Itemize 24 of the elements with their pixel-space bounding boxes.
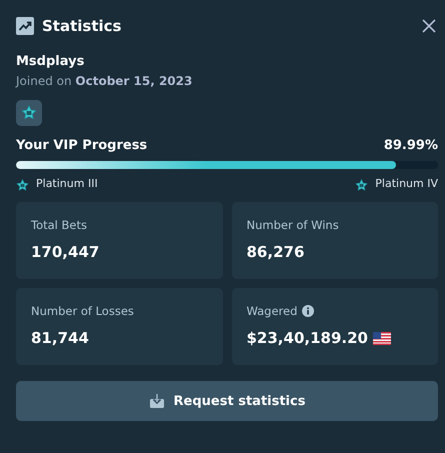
tier-name: Platinum III <box>36 177 98 190</box>
flag-icon <box>372 332 391 344</box>
star-icon <box>355 177 368 190</box>
progress-label: Your VIP Progress <box>16 138 148 153</box>
stat-label: Total Bets <box>31 218 87 232</box>
download-icon <box>148 393 165 409</box>
stat-label: Number of Losses <box>31 304 134 318</box>
stat-value: 170,447 <box>31 243 100 261</box>
progress-percent: 89.99% <box>384 138 438 153</box>
stat-value: $23,40,189.20 <box>246 329 368 347</box>
username: Msdplays <box>16 54 86 69</box>
info-icon[interactable] <box>302 305 314 317</box>
stat-value: 81,744 <box>31 329 89 347</box>
star-icon <box>16 177 29 190</box>
close-icon[interactable] <box>422 19 436 33</box>
vip-badge-icon <box>16 100 42 126</box>
tier-name: Platinum IV <box>375 177 438 190</box>
window-title: Statistics <box>42 17 122 35</box>
request-statistics-button[interactable]: Request statistics <box>16 381 438 421</box>
stat-label: Wagered <box>246 304 298 318</box>
stat-value: 86,276 <box>246 243 304 261</box>
stat-label: Number of Wins <box>246 218 339 232</box>
joined-date: Joined on October 15, 2023 <box>16 74 194 88</box>
chart-icon <box>16 17 34 35</box>
